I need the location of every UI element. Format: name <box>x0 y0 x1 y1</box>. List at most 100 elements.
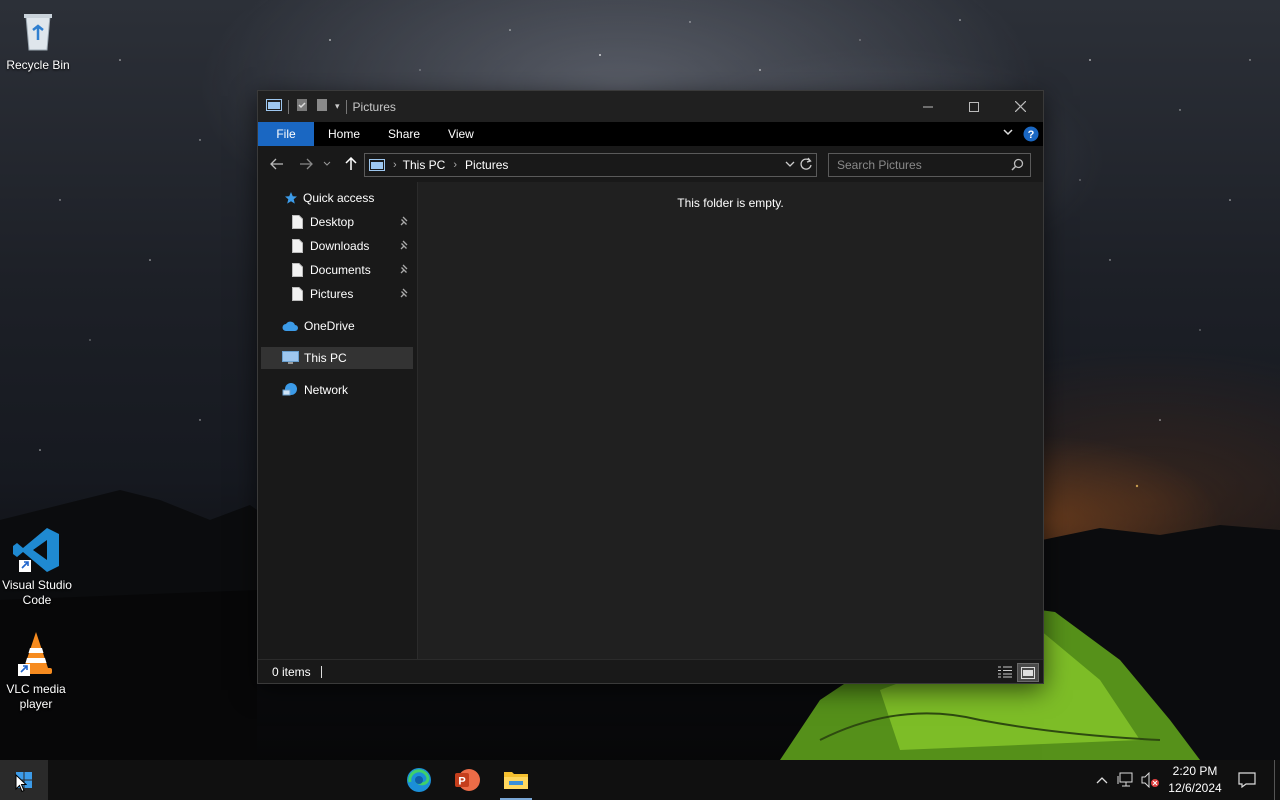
close-button[interactable] <box>997 91 1043 122</box>
nav-item-label: Documents <box>310 263 371 277</box>
svg-text:?: ? <box>1028 129 1035 141</box>
forward-arrow-icon <box>300 158 313 170</box>
taskbar-clock[interactable]: 2:20 PM 12/6/2024 <box>1160 763 1230 797</box>
desktop-icon-vscode[interactable]: Visual Studio Code <box>0 526 75 608</box>
this-pc-small-icon <box>369 159 385 171</box>
tab-file[interactable]: File <box>258 122 314 146</box>
show-desktop-button[interactable] <box>1274 760 1280 800</box>
search-box[interactable]: Search Pictures <box>828 153 1031 177</box>
action-center-button[interactable] <box>1236 760 1258 800</box>
maximize-icon <box>969 101 979 112</box>
nav-item-downloads[interactable]: Downloads <box>258 235 416 257</box>
breadcrumb-separator-icon: › <box>393 159 397 171</box>
tab-share[interactable]: Share <box>374 122 434 146</box>
nav-onedrive-label: OneDrive <box>304 319 355 333</box>
vscode-icon <box>13 526 61 574</box>
ribbon-tabs: File Home Share View ? <box>258 122 1043 146</box>
file-list-area[interactable]: This folder is empty. <box>418 182 1043 660</box>
desktop-icon-recycle-bin[interactable]: Recycle Bin <box>0 6 76 73</box>
nav-quick-access[interactable]: Quick access <box>258 187 416 209</box>
this-pc-icon <box>282 351 299 365</box>
taskbar-app-file-explorer[interactable] <box>494 760 538 800</box>
desktop-icon-vlc[interactable]: VLC media player <box>0 630 74 712</box>
document-icon <box>292 263 303 277</box>
chevron-down-icon <box>323 161 331 166</box>
large-icons-view-icon <box>1021 666 1035 679</box>
nav-network[interactable]: Network <box>258 379 416 401</box>
tab-view[interactable]: View <box>434 122 488 146</box>
pin-icon[interactable] <box>400 263 410 277</box>
pin-icon[interactable] <box>400 239 410 253</box>
nav-item-documents[interactable]: Documents <box>258 259 416 281</box>
forward-button[interactable] <box>293 146 319 182</box>
back-button[interactable] <box>264 146 290 182</box>
nav-item-label: Pictures <box>310 287 354 301</box>
star-icon <box>284 191 298 205</box>
document-icon <box>292 215 303 229</box>
taskbar-app-edge[interactable] <box>397 760 441 800</box>
pin-icon[interactable] <box>400 215 410 229</box>
separator <box>288 99 289 114</box>
details-view-icon <box>998 666 1012 677</box>
details-view-button[interactable] <box>995 663 1015 680</box>
nav-item-desktop[interactable]: Desktop <box>258 211 416 233</box>
up-arrow-icon <box>345 157 357 170</box>
volume-muted-icon <box>1141 772 1159 788</box>
minimize-icon <box>923 106 933 107</box>
desktop-icon-label: VLC media player <box>6 682 66 711</box>
minimize-button[interactable] <box>905 91 951 122</box>
volume-button[interactable] <box>1140 760 1162 800</box>
file-explorer-icon <box>504 772 528 789</box>
tab-home[interactable]: Home <box>314 122 374 146</box>
address-history-dropdown-icon[interactable] <box>784 158 796 173</box>
pin-icon[interactable] <box>400 287 410 301</box>
up-button[interactable] <box>338 146 364 182</box>
maximize-button[interactable] <box>951 91 997 122</box>
status-bar: 0 items <box>258 659 1043 683</box>
item-count: 0 items <box>272 664 311 679</box>
breadcrumb-pictures[interactable]: Pictures <box>465 158 508 172</box>
large-icons-view-button[interactable] <box>1017 663 1039 682</box>
title-bar[interactable]: ▾ Pictures <box>258 91 1043 122</box>
nav-item-label: Downloads <box>310 239 370 253</box>
nav-item-label: Desktop <box>310 215 355 229</box>
onedrive-cloud-icon <box>282 321 299 332</box>
close-icon <box>1014 101 1026 112</box>
back-arrow-icon <box>270 158 283 170</box>
nav-quick-access-label: Quick access <box>303 191 375 205</box>
search-input[interactable]: Search Pictures <box>837 158 922 172</box>
desktop-icon-label: Visual Studio Code <box>2 578 72 607</box>
expand-ribbon-chevron-icon[interactable] <box>1002 126 1014 141</box>
explorer-body: Quick access Desktop Downloads Documents… <box>258 182 1043 660</box>
new-folder-icon[interactable] <box>315 98 329 115</box>
nav-this-pc[interactable]: This PC <box>261 347 413 369</box>
network-status-button[interactable] <box>1115 760 1137 800</box>
clock-date: 12/6/2024 <box>1168 781 1222 795</box>
breadcrumb-this-pc[interactable]: This PC <box>403 158 446 172</box>
customize-toolbar-dropdown-icon[interactable]: ▾ <box>335 101 340 112</box>
desktop-icon-label: Recycle Bin <box>6 58 70 72</box>
quick-access-toolbar: ▾ <box>266 98 347 115</box>
nav-item-pictures[interactable]: Pictures <box>258 283 416 305</box>
help-icon[interactable]: ? <box>1023 126 1039 145</box>
powerpoint-icon: P <box>455 769 480 791</box>
nav-onedrive[interactable]: OneDrive <box>258 315 416 337</box>
taskbar-app-powerpoint[interactable]: P <box>445 760 489 800</box>
show-hidden-icons-button[interactable] <box>1092 760 1112 800</box>
status-divider <box>320 665 322 678</box>
edge-icon <box>407 768 431 792</box>
window-title: Pictures <box>352 99 396 114</box>
taskbar: P 2:20 PM 12/6/2024 <box>0 760 1280 800</box>
address-bar[interactable]: › This PC › Pictures <box>364 153 817 177</box>
network-disconnected-icon <box>1117 772 1133 787</box>
properties-icon[interactable] <box>295 98 309 115</box>
file-explorer-window: ▾ Pictures File Home Share View ? › This… <box>257 90 1044 684</box>
recent-locations-button[interactable] <box>320 146 334 182</box>
refresh-icon[interactable] <box>799 157 813 174</box>
notification-icon <box>1238 772 1256 788</box>
nav-this-pc-label: This PC <box>304 351 347 365</box>
empty-folder-message: This folder is empty. <box>677 196 784 210</box>
breadcrumb-separator-icon: › <box>453 159 458 171</box>
navigation-pane[interactable]: Quick access Desktop Downloads Documents… <box>258 182 418 660</box>
vlc-cone-icon <box>12 630 60 678</box>
